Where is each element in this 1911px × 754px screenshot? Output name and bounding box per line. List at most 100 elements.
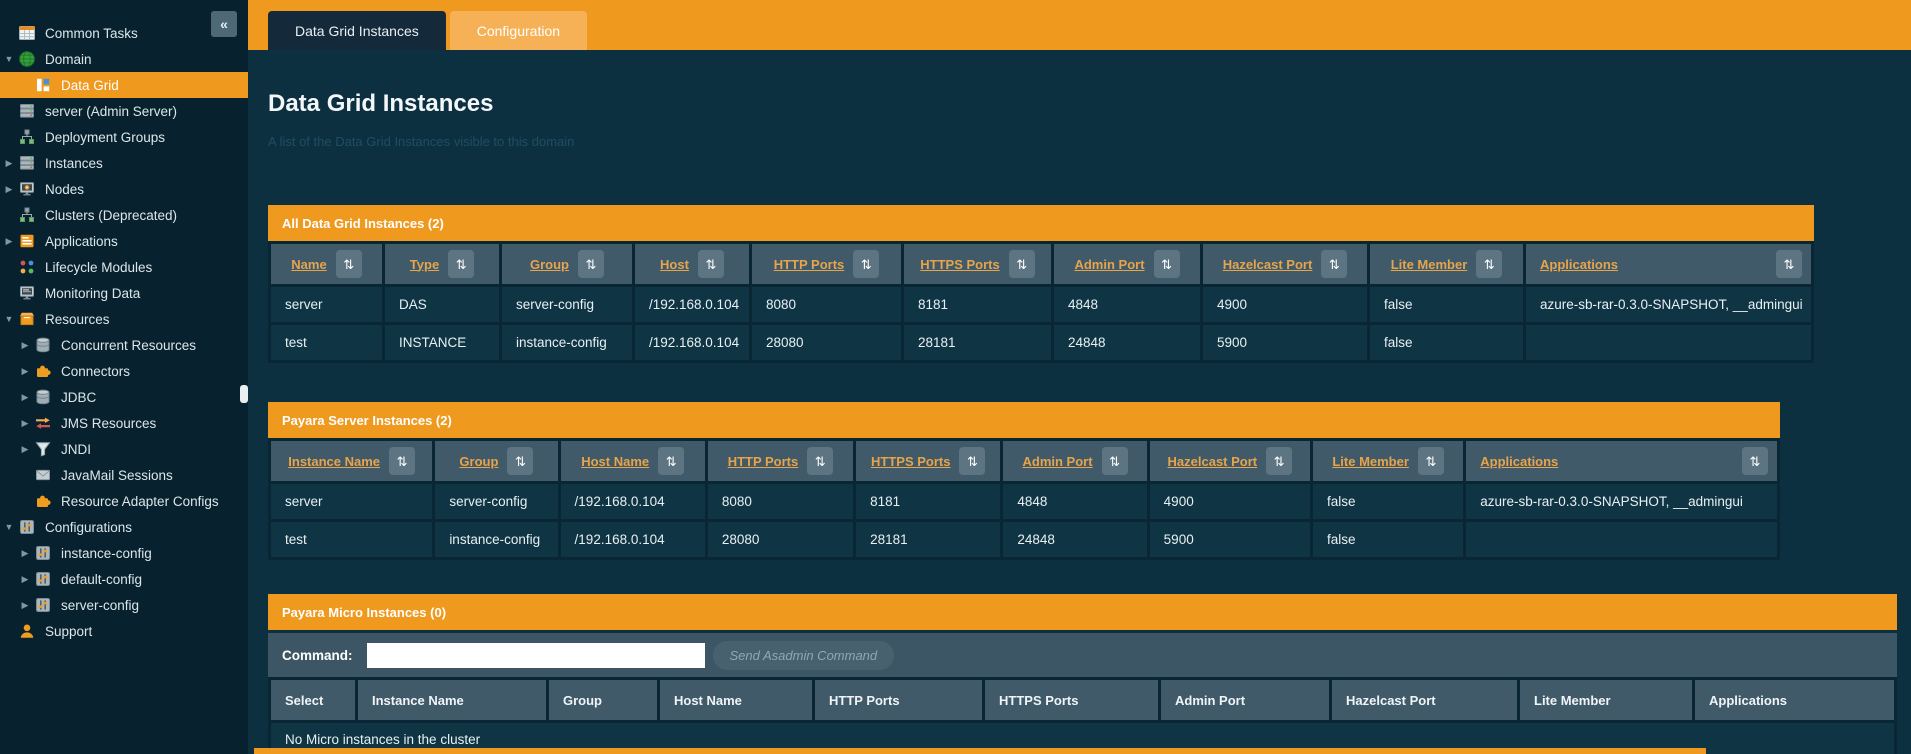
send-asadmin-command-button[interactable]: Send Asadmin Command <box>713 641 895 670</box>
sidebar-item-configurations[interactable]: ▼Configurations <box>0 514 248 540</box>
sort-button[interactable]: ⇅ <box>1476 250 1502 278</box>
sort-button[interactable]: ⇅ <box>578 250 604 278</box>
sidebar-item-nodes[interactable]: ▶Nodes <box>0 176 248 202</box>
sort-link-https-ports[interactable]: HTTPS Ports <box>871 454 950 469</box>
sort-link-hazelcast-port[interactable]: Hazelcast Port <box>1168 454 1258 469</box>
sidebar-item-support[interactable]: Support <box>0 618 248 644</box>
sidebar-item-label: server-config <box>61 598 139 613</box>
sort-link-hazelcast-port[interactable]: Hazelcast Port <box>1223 257 1313 272</box>
sidebar-item-javamail-sessions[interactable]: JavaMail Sessions <box>0 462 248 488</box>
sort-button[interactable]: ⇅ <box>1321 250 1347 278</box>
sort-link-applications[interactable]: Applications <box>1540 257 1618 272</box>
column-header-applications: Applications ⇅ <box>1526 244 1811 284</box>
sort-button[interactable]: ⇅ <box>1418 447 1444 475</box>
tree-expanded-arrow-icon[interactable]: ▼ <box>2 54 16 64</box>
tab-data-grid-instances[interactable]: Data Grid Instances <box>268 11 446 50</box>
sidebar-item-jdbc[interactable]: ▶JDBC <box>0 384 248 410</box>
sort-button[interactable]: ⇅ <box>1154 250 1180 278</box>
sidebar-item-jndi[interactable]: ▶JNDI <box>0 436 248 462</box>
sort-link-type[interactable]: Type <box>410 257 439 272</box>
tree-collapsed-arrow-icon[interactable]: ▶ <box>2 184 16 195</box>
app-window: « Common Tasks▼DomainData Gridserver (Ad… <box>0 0 1911 754</box>
sort-button[interactable]: ⇅ <box>658 447 684 475</box>
sort-link-lite-member[interactable]: Lite Member <box>1391 257 1468 272</box>
column-header-label: Group <box>563 693 602 708</box>
sort-link-admin-port[interactable]: Admin Port <box>1074 257 1144 272</box>
sort-link-host[interactable]: Host <box>660 257 689 272</box>
tree-collapsed-arrow-icon[interactable]: ▶ <box>18 574 32 585</box>
sort-link-http-ports[interactable]: HTTP Ports <box>728 454 799 469</box>
sidebar-item-default-config[interactable]: ▶default-config <box>0 566 248 592</box>
tree-expanded-arrow-icon[interactable]: ▼ <box>2 314 16 324</box>
table-row: testinstance-config/192.168.0.1042808028… <box>271 522 1777 557</box>
tree-collapsed-arrow-icon[interactable]: ▶ <box>18 548 32 559</box>
sidebar-item-connectors[interactable]: ▶Connectors <box>0 358 248 384</box>
table-cell: server <box>271 484 432 519</box>
table-cell: 28181 <box>856 522 1000 557</box>
sort-link-instance-name[interactable]: Instance Name <box>288 454 380 469</box>
sort-link-group[interactable]: Group <box>530 257 569 272</box>
sort-button[interactable]: ⇅ <box>807 447 833 475</box>
table-cell: test <box>271 522 432 557</box>
sidebar-item-monitoring-data[interactable]: Monitoring Data <box>0 280 248 306</box>
sort-button[interactable]: ⇅ <box>959 447 985 475</box>
command-input[interactable] <box>367 643 705 668</box>
tree-collapsed-arrow-icon[interactable]: ▶ <box>2 236 16 247</box>
sort-button[interactable]: ⇅ <box>1742 447 1768 475</box>
sort-button[interactable]: ⇅ <box>853 250 879 278</box>
tab-configuration[interactable]: Configuration <box>450 11 587 50</box>
tree-collapsed-arrow-icon[interactable]: ▶ <box>18 340 32 351</box>
sort-link-applications[interactable]: Applications <box>1480 454 1558 469</box>
sidebar-item-server-config[interactable]: ▶ server-config <box>0 592 248 618</box>
sort-icon: ⇅ <box>666 454 677 469</box>
sidebar-item-instance-config[interactable]: ▶instance-config <box>0 540 248 566</box>
sort-link-group[interactable]: Group <box>459 454 498 469</box>
table-cell: /192.168.0.104 <box>635 325 749 360</box>
sidebar-collapse-button[interactable]: « <box>211 11 237 37</box>
column-header-label: Select <box>285 693 323 708</box>
sort-link-name[interactable]: Name <box>291 257 326 272</box>
sort-link-host-name[interactable]: Host Name <box>581 454 649 469</box>
sort-button[interactable]: ⇅ <box>336 250 362 278</box>
tree-expanded-arrow-icon[interactable]: ▼ <box>2 522 16 532</box>
sort-link-lite-member[interactable]: Lite Member <box>1332 454 1409 469</box>
sort-button[interactable]: ⇅ <box>1009 250 1035 278</box>
sidebar-item-label: Domain <box>45 52 92 67</box>
sort-link-http-ports[interactable]: HTTP Ports <box>774 257 845 272</box>
sidebar-item-resources[interactable]: ▼Resources <box>0 306 248 332</box>
sidebar-item-deployment-groups[interactable]: Deployment Groups <box>0 124 248 150</box>
tree-collapsed-arrow-icon[interactable]: ▶ <box>18 392 32 403</box>
tree-collapsed-arrow-icon[interactable]: ▶ <box>18 600 32 611</box>
sidebar-item-data-grid[interactable]: Data Grid <box>0 72 248 98</box>
tree-collapsed-arrow-icon[interactable]: ▶ <box>18 418 32 429</box>
sort-button[interactable]: ⇅ <box>507 447 533 475</box>
sort-link-admin-port[interactable]: Admin Port <box>1023 454 1093 469</box>
sort-button[interactable]: ⇅ <box>1102 447 1128 475</box>
tree-collapsed-arrow-icon[interactable]: ▶ <box>18 366 32 377</box>
sort-button[interactable]: ⇅ <box>1266 447 1292 475</box>
sidebar: « Common Tasks▼DomainData Gridserver (Ad… <box>0 0 248 754</box>
sort-link-https-ports[interactable]: HTTPS Ports <box>920 257 999 272</box>
tree-collapsed-arrow-icon[interactable]: ▶ <box>18 444 32 455</box>
sort-button[interactable]: ⇅ <box>1776 250 1802 278</box>
table-cell: 5900 <box>1203 325 1367 360</box>
sidebar-item-concurrent-resources[interactable]: ▶Concurrent Resources <box>0 332 248 358</box>
column-header-admin-port: Admin Port ⇅ <box>1003 441 1146 481</box>
sidebar-item-lifecycle-modules[interactable]: Lifecycle Modules <box>0 254 248 280</box>
column-header-admin-port: Admin Port <box>1161 680 1329 720</box>
sidebar-item-jms-resources[interactable]: ▶JMS Resources <box>0 410 248 436</box>
sort-button[interactable]: ⇅ <box>389 447 415 475</box>
sidebar-item-instances[interactable]: ▶Instances <box>0 150 248 176</box>
sort-icon: ⇅ <box>1784 257 1795 272</box>
sidebar-item-clusters-deprecated[interactable]: Clusters (Deprecated) <box>0 202 248 228</box>
sidebar-item-resource-adapter-configs[interactable]: Resource Adapter Configs <box>0 488 248 514</box>
tasks-icon <box>18 24 36 42</box>
tree-collapsed-arrow-icon[interactable]: ▶ <box>2 158 16 169</box>
sort-button[interactable]: ⇅ <box>448 250 474 278</box>
sidebar-item-domain[interactable]: ▼ Domain <box>0 46 248 72</box>
sort-button[interactable]: ⇅ <box>698 250 724 278</box>
column-header-label: Hazelcast Port <box>1346 693 1436 708</box>
sidebar-item-server-admin-server[interactable]: server (Admin Server) <box>0 98 248 124</box>
sidebar-item-applications[interactable]: ▶Applications <box>0 228 248 254</box>
sidebar-scrollbar-thumb[interactable] <box>240 385 248 403</box>
